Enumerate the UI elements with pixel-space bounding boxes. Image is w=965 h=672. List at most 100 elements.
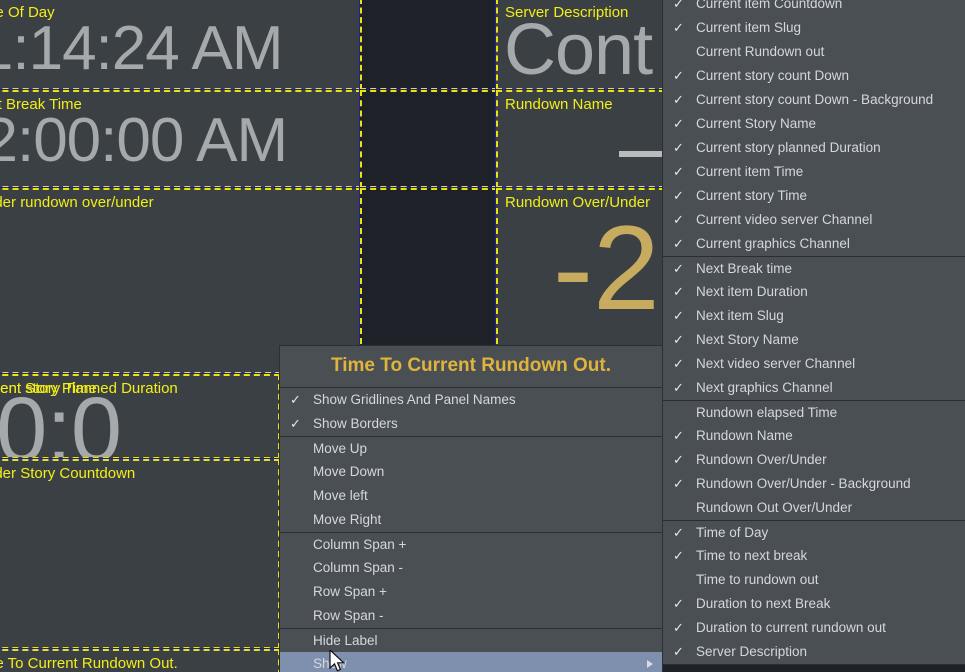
submenu-item-current-graphics-channel[interactable]: ✓Current graphics Channel [663,232,965,256]
submenu-item-label: Rundown Over/Under - Background [696,476,911,491]
app-root: Time Of Day 11:14:24 AM Next Break Time … [0,0,965,672]
submenu-item-current-story-count-down[interactable]: ✓Current story count Down [663,64,965,88]
menu-item-label: Show Borders [313,416,398,431]
panel-time-to-current-rundown-out[interactable]: Time To Current Rundown Out. [0,649,280,672]
menu-item-row-span[interactable]: Row Span + [280,580,662,604]
menu-item-label: Move Up [313,441,367,456]
menu-item-label: Row Span - [313,608,384,623]
menu-item-column-span[interactable]: Column Span + [280,532,662,556]
check-icon: ✓ [673,472,687,496]
submenu-item-current-item-slug[interactable]: ✓Current item Slug [663,16,965,40]
submenu-item-next-item-slug[interactable]: ✓Next item Slug [663,304,965,328]
submenu-item-next-story-name[interactable]: ✓Next Story Name [663,328,965,352]
submenu-item-current-story-name[interactable]: ✓ Current Story Name [663,112,965,136]
menu-item-row-span[interactable]: Row Span - [280,604,662,628]
submenu-item-label: Next graphics Channel [696,380,833,395]
submenu-item-server-description[interactable]: ✓Server Description [663,640,965,664]
submenu-item-label: Rundown Out Over/Under [696,500,852,515]
menu-item-show[interactable]: Show [280,652,662,672]
check-icon: ✓ [673,616,687,640]
menu-item-column-span[interactable]: Column Span - [280,556,662,580]
panel-empty-middle[interactable] [360,90,498,188]
check-icon-empty [290,556,304,580]
submenu-item-label: Next item Slug [696,308,784,323]
submenu-item-current-item-countdown[interactable]: ✓Current item Countdown [663,0,965,16]
check-icon: ✓ [673,257,687,281]
check-icon-empty [290,580,304,604]
submenu-item-current-item-time[interactable]: ✓Current item Time [663,160,965,184]
panel-current-story-time[interactable]: Current Story Time Current story Planned… [0,374,280,459]
context-menu[interactable]: Time To Current Rundown Out. ✓Show Gridl… [279,345,663,672]
check-icon-empty [673,568,687,592]
check-icon: ✓ [673,592,687,616]
submenu-item-current-story-planned-duration[interactable]: ✓ Current story planned Duration [663,136,965,160]
context-menu-item-list: ✓Show Gridlines And Panel Names✓Show Bor… [280,388,662,672]
submenu-item-label: Current item Slug [696,20,801,35]
submenu-item-next-break-time[interactable]: ✓ Next Break time [663,256,965,280]
menu-item-label: Hide Label [313,633,378,648]
check-icon-empty [290,629,304,653]
submenu-item-label: Rundown Name [696,428,793,443]
submenu-item-label: Current story planned Duration [696,140,881,155]
submenu-item-rundown-over-under-background[interactable]: ✓ Rundown Over/Under - Background [663,472,965,496]
check-icon-empty [290,460,304,484]
submenu-item-rundown-name[interactable]: ✓ Rundown Name [663,424,965,448]
submenu-item-current-video-server-channel[interactable]: ✓Current video server Channel [663,208,965,232]
submenu-item-label: Duration to next Break [696,596,830,611]
submenu-item-time-to-rundown-out[interactable]: Time to rundown out [663,568,965,592]
submenu-item-next-graphics-channel[interactable]: ✓Next graphics Channel [663,376,965,400]
check-icon: ✓ [673,136,687,160]
submenu-item-current-story-time[interactable]: ✓Current story Time [663,184,965,208]
check-icon: ✓ [673,88,687,112]
menu-item-move-down[interactable]: Move Down [280,460,662,484]
menu-item-label: Show [313,656,347,671]
menu-item-label: Column Span + [313,537,406,552]
submenu-item-label: Current graphics Channel [696,236,850,251]
submenu-item-rundown-elapsed-time[interactable]: Rundown elapsed Time [663,400,965,424]
submenu-item-label: Current Story Name [696,116,816,131]
menu-item-show-borders[interactable]: ✓Show Borders [280,412,662,436]
panel-value-current-story-time: 00:0 [0,384,121,459]
show-submenu[interactable]: ✓Current item Countdown✓Current item Slu… [662,0,965,665]
submenu-item-duration-to-current-rundown-out[interactable]: ✓ Duration to current rundown out [663,616,965,640]
panel-empty-top[interactable] [360,0,498,90]
submenu-item-label: Time to rundown out [696,572,819,587]
submenu-item-next-video-server-channel[interactable]: ✓Next video server Channel [663,352,965,376]
menu-item-move-left[interactable]: Move left [280,484,662,508]
submenu-item-time-to-next-break[interactable]: ✓Time to next break [663,544,965,568]
menu-item-show-gridlines-and-panel-names[interactable]: ✓Show Gridlines And Panel Names [280,388,662,412]
submenu-item-current-story-count-down-background[interactable]: ✓Current story count Down - Background [663,88,965,112]
submenu-item-label: Rundown Over/Under [696,452,827,467]
submenu-item-rundown-over-under[interactable]: ✓Rundown Over/Under [663,448,965,472]
check-icon: ✓ [673,424,687,448]
submenu-item-label: Next item Duration [696,284,808,299]
submenu-item-label: Current story Time [696,188,807,203]
submenu-item-label: Next Story Name [696,332,799,347]
submenu-item-label: Next video server Channel [696,356,855,371]
panel-label-rundown-name: Rundown Name [505,95,613,114]
submenu-item-time-of-day[interactable]: ✓Time of Day [663,520,965,544]
panel-value-server-description: Cont [504,14,652,86]
submenu-item-label: Next Break time [696,261,792,276]
check-icon-empty [673,496,687,520]
check-icon: ✓ [673,112,687,136]
check-icon-empty [290,437,304,461]
menu-item-move-up[interactable]: Move Up [280,436,662,460]
panel-label-border-story-countdown: Border Story Countdown [0,464,135,483]
panel-border-story-countdown[interactable]: Border Story Countdown [0,459,280,649]
submenu-item-current-rundown-out[interactable]: Current Rundown out [663,40,965,64]
submenu-item-label: Time of Day [696,525,768,540]
submenu-item-label: Server Description [696,644,807,659]
check-icon: ✓ [290,388,304,412]
submenu-item-duration-to-next-break[interactable]: ✓ Duration to next Break [663,592,965,616]
submenu-item-next-item-duration[interactable]: ✓Next item Duration [663,280,965,304]
submenu-arrow-icon [647,660,653,668]
check-icon-empty [290,604,304,628]
panel-time-of-day[interactable]: Time Of Day 11:14:24 AM [0,0,362,90]
menu-item-hide-label[interactable]: Hide Label [280,628,662,652]
panel-next-break-time[interactable]: Next Break Time 12:00:00 AM [0,90,362,188]
menu-item-move-right[interactable]: Move Right [280,508,662,532]
submenu-item-label: Duration to current rundown out [696,620,886,635]
submenu-item-rundown-out-over-under[interactable]: Rundown Out Over/Under [663,496,965,520]
check-icon: ✓ [673,208,687,232]
